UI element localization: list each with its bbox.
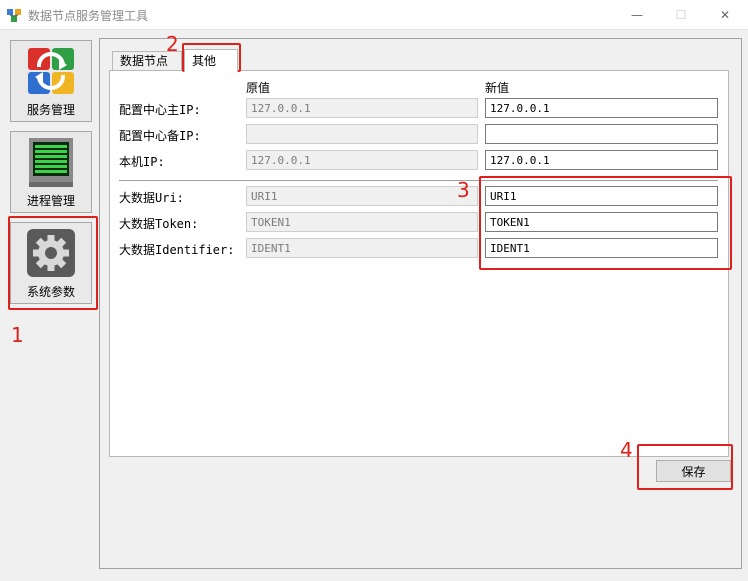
- sidebar-item-process-manage[interactable]: 进程管理: [10, 131, 92, 213]
- label-bigdata-uri: 大数据Uri:: [119, 191, 184, 205]
- annotation-box-3: [479, 176, 732, 270]
- app-icon: [7, 9, 21, 22]
- service-manage-icon: [28, 48, 74, 94]
- maximize-button[interactable]: ☐: [658, 0, 704, 30]
- column-header-original: 原值: [246, 81, 271, 95]
- label-config-primary-ip: 配置中心主IP:: [119, 103, 201, 117]
- tab-other[interactable]: 其他: [184, 49, 238, 72]
- minimize-button[interactable]: —: [614, 0, 660, 30]
- label-local-ip: 本机IP:: [119, 155, 165, 169]
- label-config-backup-ip: 配置中心备IP:: [119, 129, 201, 143]
- config-backup-ip-input[interactable]: [485, 124, 718, 144]
- annotation-box-4: [637, 444, 733, 490]
- annotation-number-1: 1: [11, 323, 24, 347]
- column-header-new: 新值: [485, 81, 510, 95]
- bigdata-uri-original: URI1: [246, 186, 478, 206]
- close-icon: ✕: [719, 8, 731, 22]
- config-primary-ip-input[interactable]: 127.0.0.1: [485, 98, 718, 118]
- label-bigdata-token: 大数据Token:: [119, 217, 199, 231]
- process-monitor-icon: [29, 138, 73, 187]
- bigdata-identifier-original: IDENT1: [246, 238, 478, 258]
- sidebar-item-service-manage[interactable]: 服务管理: [10, 40, 92, 122]
- title-bar: 数据节点服务管理工具 — ☐ ✕: [0, 0, 748, 30]
- window-title: 数据节点服务管理工具: [28, 9, 149, 23]
- annotation-number-4: 4: [620, 438, 633, 462]
- local-ip-original: 127.0.0.1: [246, 150, 478, 170]
- bigdata-token-original: TOKEN1: [246, 212, 478, 232]
- config-backup-ip-original: [246, 124, 478, 144]
- close-button[interactable]: ✕: [702, 0, 748, 30]
- config-primary-ip-original: 127.0.0.1: [246, 98, 478, 118]
- label-bigdata-identifier: 大数据Identifier:: [119, 243, 235, 257]
- annotation-box-1: [8, 216, 98, 310]
- sidebar-item-label: 进程管理: [26, 194, 75, 208]
- local-ip-input[interactable]: 127.0.0.1: [485, 150, 718, 170]
- sidebar-item-label: 服务管理: [26, 103, 75, 117]
- annotation-number-3: 3: [457, 178, 470, 202]
- annotation-number-2: 2: [166, 32, 179, 56]
- minimize-icon: —: [631, 8, 643, 22]
- maximize-icon: ☐: [675, 8, 687, 22]
